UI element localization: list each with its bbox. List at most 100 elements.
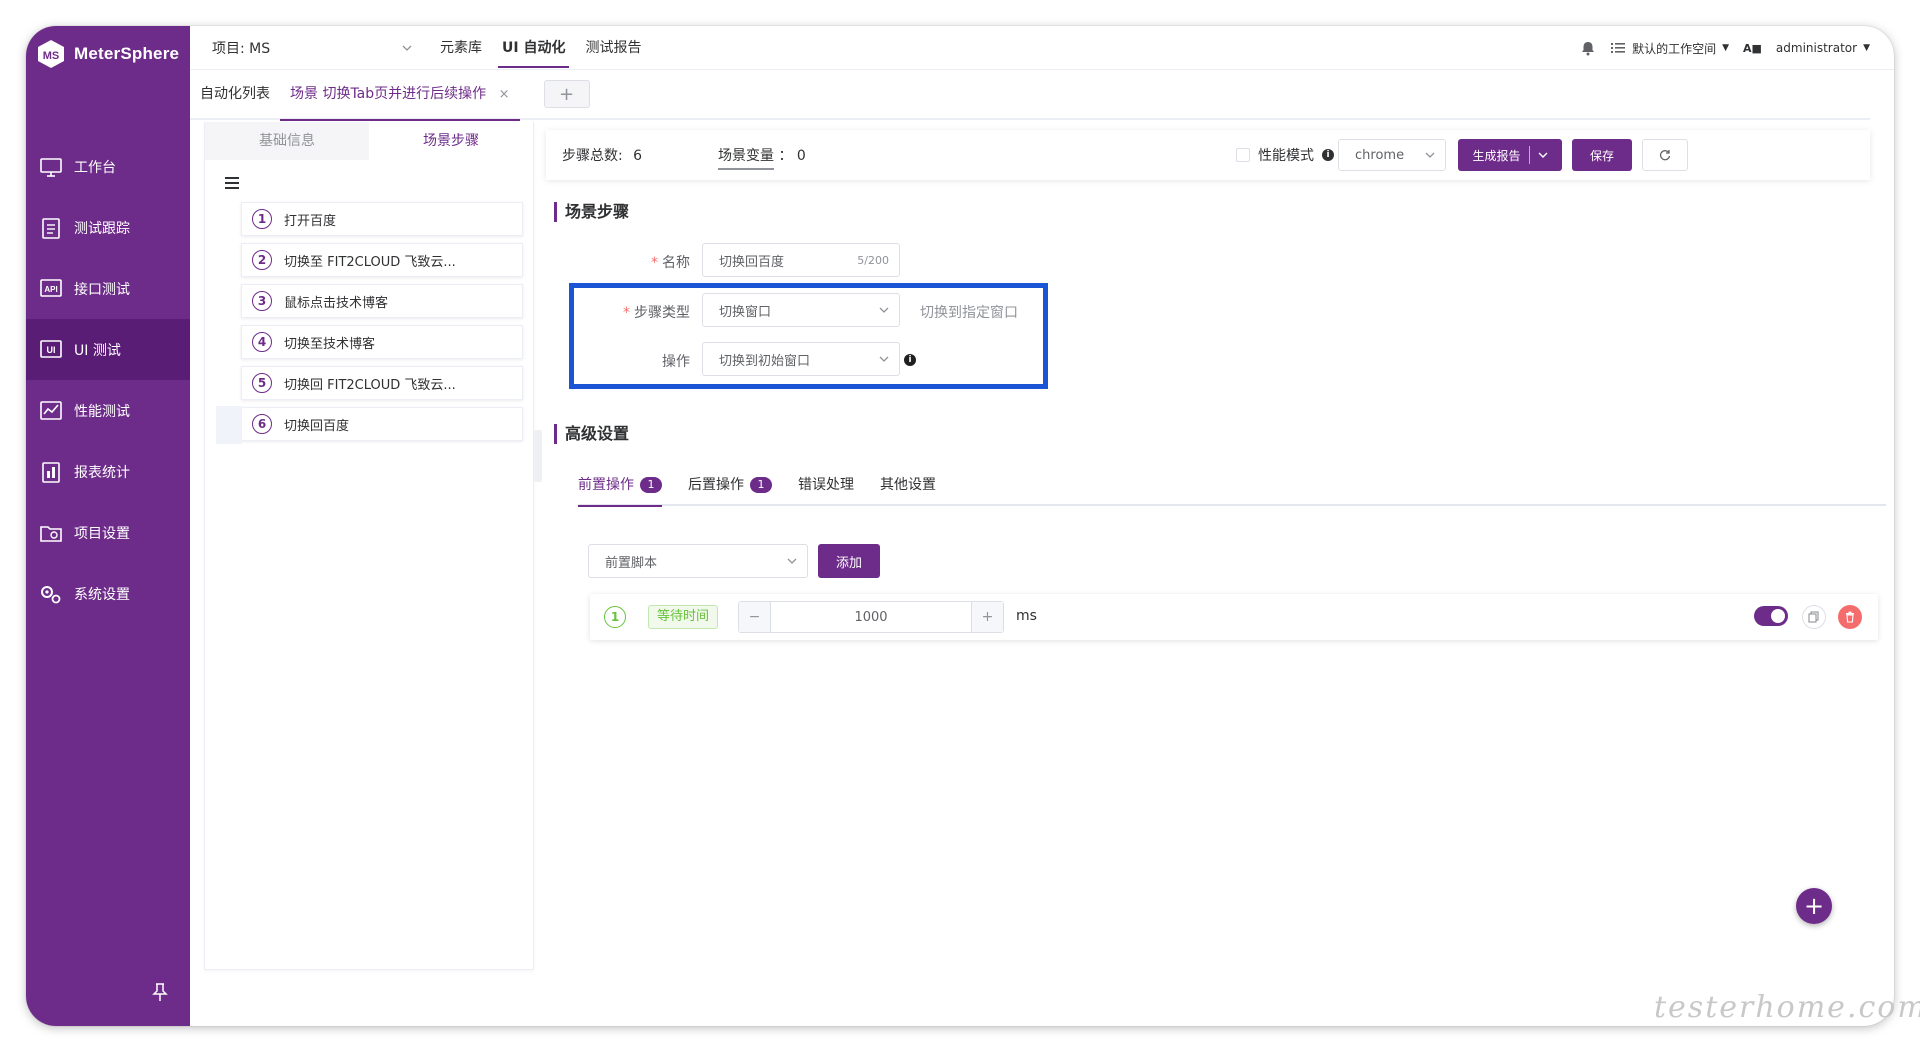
left-panel-tabs: 基础信息 场景步骤 xyxy=(205,122,533,160)
sidebar-item-performance-test[interactable]: 性能测试 xyxy=(26,380,190,441)
step-label: 切换至 FIT2CLOUD 飞致云... xyxy=(284,254,456,270)
increment-button[interactable]: + xyxy=(971,602,1003,632)
sidebar-item-workbench[interactable]: 工作台 xyxy=(26,136,190,197)
watermark: testerhome.com xyxy=(1654,990,1920,1025)
name-input[interactable]: 切换回百度 5/200 xyxy=(702,243,900,277)
bell-icon[interactable] xyxy=(1580,40,1596,56)
sidebar-item-api-test[interactable]: API 接口测试 xyxy=(26,258,190,319)
enable-toggle[interactable] xyxy=(1754,606,1788,626)
step-number: 1 xyxy=(252,209,272,229)
performance-mode-label: 性能模式 xyxy=(1258,148,1314,164)
top-menu-test-report[interactable]: 测试报告 xyxy=(575,26,651,70)
tab-other-settings[interactable]: 其他设置 xyxy=(880,465,936,505)
performance-mode: 性能模式 i xyxy=(1236,145,1334,165)
generate-report-button[interactable]: 生成报告 xyxy=(1458,139,1562,171)
tab-label: 场景 切换Tab页并进行后续操作 xyxy=(290,86,487,102)
language-icon[interactable]: A■ xyxy=(1743,42,1762,55)
name-label-text: 名称 xyxy=(662,255,690,271)
top-menu-ui-automation[interactable]: UI 自动化 xyxy=(492,26,575,70)
performance-mode-checkbox[interactable] xyxy=(1236,148,1250,162)
user-menu[interactable]: administrator ▼ xyxy=(1776,41,1870,55)
tab-post-operation[interactable]: 后置操作 1 xyxy=(688,465,772,505)
project-select[interactable]: 项目: MS xyxy=(212,36,412,60)
sidebar-item-report[interactable]: 报表统计 xyxy=(26,441,190,502)
project-select-value: 项目: MS xyxy=(212,41,271,57)
tab-label: 后置操作 xyxy=(688,477,744,493)
add-button[interactable]: 添加 xyxy=(818,544,880,578)
step-number: 6 xyxy=(252,414,272,434)
advanced-settings-title: 高级设置 xyxy=(554,424,629,444)
list-icon xyxy=(1611,43,1626,53)
svg-text:MS: MS xyxy=(43,50,60,62)
count-badge: 1 xyxy=(750,477,772,493)
wait-time-input[interactable]: 1000 xyxy=(771,610,971,625)
step-total: 步骤总数: 6 xyxy=(562,145,642,165)
close-icon[interactable]: × xyxy=(499,87,510,102)
info-icon[interactable]: i xyxy=(1322,149,1334,161)
sidebar-item-project-settings[interactable]: 项目设置 xyxy=(26,502,190,563)
left-panel: 基础信息 场景步骤 1 打开百度 2 切换至 FIT2CLOUD 飞致云... 3鼠… xyxy=(204,122,534,970)
sidebar-nav: 工作台 测试跟踪 API 接口测试 UI UI 测试 性能测试 报表统计 项目设… xyxy=(26,136,190,624)
tab-error-handling[interactable]: 错误处理 xyxy=(798,465,854,505)
step-item[interactable]: 2 切换至 FIT2CLOUD 飞致云... xyxy=(241,243,523,277)
workspace-name: 默认的工作空间 xyxy=(1632,41,1717,56)
menu-icon[interactable] xyxy=(225,176,241,190)
name-char-count: 5/200 xyxy=(857,253,889,267)
chevron-down-icon xyxy=(1425,152,1435,158)
top-right-controls: 默认的工作空间 ▼ A■ administrator ▼ xyxy=(1580,26,1870,70)
app-window: MS MeterSphere 工作台 测试跟踪 API 接口测试 UI UI 测… xyxy=(26,26,1894,1026)
save-button[interactable]: 保存 xyxy=(1572,139,1632,171)
step-label: 切换至技术博客 xyxy=(284,336,376,352)
top-menu-element-library[interactable]: 元素库 xyxy=(430,26,492,70)
folder-gear-icon xyxy=(38,521,64,545)
browser-select[interactable]: chrome xyxy=(1338,139,1446,171)
sidebar-item-label: 报表统计 xyxy=(74,464,130,481)
sidebar: MS MeterSphere 工作台 测试跟踪 API 接口测试 UI UI 测… xyxy=(26,26,190,1026)
step-item[interactable]: 3 鼠标点击技术博客 xyxy=(241,284,523,318)
step-label: 切换回 FIT2CLOUD 飞致云... xyxy=(284,377,456,393)
gears-icon xyxy=(38,582,64,606)
step-item[interactable]: 4 切换至技术博客 xyxy=(241,325,523,359)
sidebar-item-test-track[interactable]: 测试跟踪 xyxy=(26,197,190,258)
sidebar-item-ui-test[interactable]: UI UI 测试 xyxy=(26,319,190,380)
sidebar-item-system-settings[interactable]: 系统设置 xyxy=(26,563,190,624)
decrement-button[interactable]: − xyxy=(739,602,771,632)
add-step-fab[interactable]: + xyxy=(1796,888,1832,924)
scene-variables-value: ： 0 xyxy=(778,148,806,164)
sidebar-item-label: 工作台 xyxy=(74,159,116,176)
tab-basic-info[interactable]: 基础信息 xyxy=(205,122,369,160)
panel-collapse-handle[interactable] xyxy=(534,430,542,482)
refresh-button[interactable] xyxy=(1642,139,1688,171)
wait-time-unit: ms xyxy=(1016,608,1037,624)
workspace-select[interactable]: 默认的工作空间 ▼ xyxy=(1610,40,1729,57)
api-icon: API xyxy=(38,277,64,301)
tab-automation-list[interactable]: 自动化列表 xyxy=(190,69,280,119)
step-total-label: 步骤总数: xyxy=(562,148,623,164)
ui-icon: UI xyxy=(38,338,64,362)
pin-icon[interactable] xyxy=(152,982,168,1002)
chevron-down-icon xyxy=(402,45,412,51)
metersphere-logo-icon: MS xyxy=(38,40,64,68)
scene-variables[interactable]: 场景变量 ： 0 xyxy=(718,145,806,170)
user-name: administrator xyxy=(1775,41,1858,55)
count-badge: 1 xyxy=(640,477,662,493)
logo[interactable]: MS MeterSphere xyxy=(36,34,179,74)
top-menu: 元素库 UI 自动化 测试报告 xyxy=(430,26,651,70)
step-item[interactable]: 1 打开百度 xyxy=(241,202,523,236)
tab-scene[interactable]: 场景 切换Tab页并进行后续操作 × xyxy=(280,69,520,121)
tab-scene-steps[interactable]: 场景步骤 xyxy=(369,122,533,160)
tab-pre-operation[interactable]: 前置操作 1 xyxy=(578,465,662,507)
add-tab-button[interactable]: + xyxy=(543,80,590,108)
delete-button[interactable] xyxy=(1838,605,1862,629)
copy-button[interactable] xyxy=(1802,605,1826,629)
chevron-down-icon[interactable] xyxy=(1538,150,1548,160)
pre-script-select[interactable]: 前置脚本 xyxy=(588,544,808,578)
sidebar-item-label: 性能测试 xyxy=(74,403,130,420)
step-label: 鼠标点击技术博客 xyxy=(284,295,389,311)
step-item-selected[interactable]: 6 切换回百度 xyxy=(216,406,523,444)
step-item[interactable]: 5 切换回 FIT2CLOUD 飞致云... xyxy=(241,366,523,400)
pre-script-select-value: 前置脚本 xyxy=(605,555,658,571)
report-icon xyxy=(38,460,64,484)
scene-steps-title: 场景步骤 xyxy=(554,202,629,222)
step-label: 打开百度 xyxy=(284,213,337,229)
